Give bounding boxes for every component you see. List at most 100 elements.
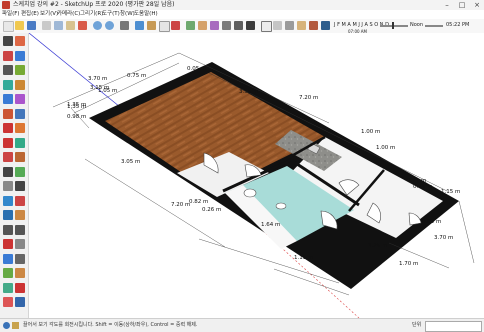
push-pull-icon[interactable] bbox=[15, 123, 25, 133]
dim-label: 1.25 m bbox=[368, 243, 387, 249]
paint-bucket-icon[interactable] bbox=[15, 50, 25, 61]
text-icon[interactable] bbox=[15, 181, 25, 191]
protractor-icon[interactable] bbox=[3, 181, 13, 191]
rectangle-icon[interactable] bbox=[3, 79, 13, 90]
maximize-icon[interactable]: □ bbox=[455, 0, 469, 10]
layout-icon[interactable] bbox=[15, 297, 25, 307]
dim-label: 0.82 m bbox=[189, 199, 208, 205]
new-file-icon[interactable] bbox=[3, 21, 14, 32]
hidden-line-icon[interactable] bbox=[285, 21, 294, 30]
left-view-icon[interactable] bbox=[246, 21, 255, 30]
shadow-date-slider[interactable] bbox=[425, 25, 443, 27]
sandbox-icon[interactable] bbox=[3, 282, 13, 293]
shaded-textures-icon[interactable] bbox=[309, 21, 318, 30]
copy-icon[interactable] bbox=[54, 21, 63, 30]
menu-camera[interactable]: 카메라(C) bbox=[57, 10, 80, 19]
cut-icon[interactable] bbox=[42, 21, 51, 30]
axes-icon[interactable] bbox=[3, 195, 13, 206]
dim-label: 1.15 m bbox=[294, 255, 313, 261]
redo-icon[interactable] bbox=[105, 21, 114, 30]
look-around-icon[interactable] bbox=[15, 253, 25, 264]
sketchup-3d-warehouse-icon[interactable] bbox=[15, 282, 25, 293]
dim-label: 0.26 m bbox=[202, 207, 221, 213]
top-view-icon[interactable] bbox=[198, 21, 207, 30]
arc-icon[interactable] bbox=[3, 108, 13, 119]
follow-me-icon[interactable] bbox=[15, 137, 25, 148]
dim-label: 0.75 m bbox=[127, 73, 146, 79]
minimize-icon[interactable]: – bbox=[440, 0, 454, 10]
orbit-icon[interactable] bbox=[3, 210, 13, 220]
erase-icon[interactable] bbox=[78, 21, 87, 30]
line-icon[interactable] bbox=[3, 65, 13, 75]
measurements-input[interactable] bbox=[425, 321, 482, 332]
wireframe-icon[interactable] bbox=[273, 21, 282, 30]
dimension-icon[interactable] bbox=[15, 166, 25, 177]
menu-file[interactable]: 파일(F) bbox=[2, 10, 20, 19]
zoom-window-icon[interactable] bbox=[15, 224, 25, 235]
print-icon[interactable] bbox=[120, 21, 129, 30]
right-view-icon[interactable] bbox=[222, 21, 231, 30]
open-folder-icon[interactable] bbox=[15, 21, 24, 30]
pie-icon[interactable] bbox=[15, 108, 25, 119]
orbit-icon[interactable] bbox=[135, 21, 144, 30]
scale-icon[interactable] bbox=[3, 152, 13, 162]
front-view-icon[interactable] bbox=[210, 21, 219, 30]
eraser-icon[interactable] bbox=[3, 50, 13, 61]
zoom-icon[interactable] bbox=[159, 21, 170, 32]
make-component-icon[interactable] bbox=[15, 36, 25, 46]
dim-label: 1.05 m bbox=[98, 88, 117, 94]
dim-label: 0.85 m bbox=[422, 219, 441, 225]
xray-icon[interactable] bbox=[261, 21, 272, 32]
undo-icon[interactable] bbox=[93, 21, 102, 30]
shaded-icon[interactable] bbox=[297, 21, 306, 30]
polygon-icon[interactable] bbox=[15, 94, 25, 104]
save-icon[interactable] bbox=[27, 21, 36, 30]
dim-label: 3.70 m bbox=[434, 235, 453, 241]
menu-help[interactable]: 도움말(H) bbox=[134, 10, 158, 19]
select-icon[interactable] bbox=[3, 36, 13, 46]
model-viewport[interactable]: 3.70 m 1.35 m 0.75 m 0.05 m 3.15 m 1.05 … bbox=[29, 33, 484, 318]
pan-icon[interactable] bbox=[15, 210, 25, 220]
paste-icon[interactable] bbox=[66, 21, 75, 30]
offset-icon[interactable] bbox=[15, 152, 25, 162]
zoom-extents-icon[interactable] bbox=[3, 239, 13, 249]
iso-view-icon[interactable] bbox=[186, 21, 195, 30]
menu-draw[interactable]: 그리기(R) bbox=[80, 10, 103, 19]
shadow-time-end: 05:22 PM bbox=[446, 22, 470, 28]
model-drawing[interactable]: 3.70 m 1.35 m 0.75 m 0.05 m 3.15 m 1.05 … bbox=[29, 33, 484, 318]
rotated-rectangle-icon[interactable] bbox=[15, 79, 25, 90]
dim-label: 1.64 m bbox=[261, 222, 280, 228]
menu-tools[interactable]: 도구(T) bbox=[102, 10, 120, 19]
zoom-extents-icon[interactable] bbox=[171, 21, 180, 30]
dim-label: 3.70 m bbox=[88, 76, 107, 82]
dim-label: 1.15 m bbox=[441, 189, 460, 195]
circle-icon[interactable] bbox=[3, 94, 13, 104]
back-view-icon[interactable] bbox=[234, 21, 243, 30]
menu-edit[interactable]: 편집(E) bbox=[21, 10, 39, 19]
previous-icon[interactable] bbox=[15, 239, 25, 249]
credits-icon[interactable] bbox=[12, 322, 19, 329]
freehand-icon[interactable] bbox=[15, 65, 25, 75]
shadows-icon[interactable] bbox=[321, 21, 330, 30]
geo-location-icon[interactable] bbox=[3, 322, 10, 329]
pan-icon[interactable] bbox=[147, 21, 156, 30]
rotate-icon[interactable] bbox=[3, 137, 13, 148]
zoom-icon[interactable] bbox=[3, 224, 13, 235]
measurements-label: 단위 bbox=[412, 322, 422, 328]
position-camera-icon[interactable] bbox=[3, 253, 13, 264]
walk-icon[interactable] bbox=[3, 268, 13, 278]
shadow-time-knob[interactable] bbox=[392, 22, 394, 29]
large-toolset bbox=[0, 33, 29, 318]
menu-window[interactable]: 창(W) bbox=[120, 10, 135, 19]
shadow-noon-label: Noon bbox=[410, 22, 424, 28]
shadow-time-slider[interactable] bbox=[380, 25, 408, 27]
tape-measure-icon[interactable] bbox=[3, 166, 13, 177]
dim-label: 3.55 m bbox=[239, 89, 258, 95]
menu-view[interactable]: 보기(V) bbox=[40, 10, 58, 19]
close-icon[interactable]: × bbox=[470, 0, 484, 10]
move-icon[interactable] bbox=[3, 123, 13, 133]
dim-label: 7.20 m bbox=[171, 202, 190, 208]
extension-warehouse-icon[interactable] bbox=[3, 297, 13, 307]
3d-text-icon[interactable] bbox=[15, 195, 25, 206]
section-plane-icon[interactable] bbox=[15, 268, 25, 278]
